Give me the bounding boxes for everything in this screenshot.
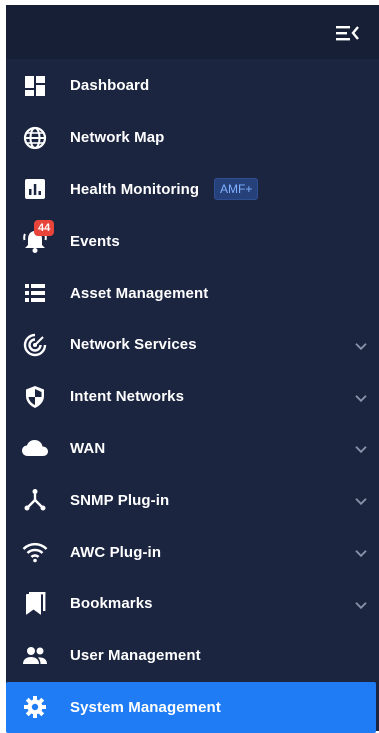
- chevron-down-icon[interactable]: [353, 493, 369, 509]
- nav-item-network-services[interactable]: Network Services: [6, 319, 379, 371]
- bar-chart-icon: [20, 174, 50, 204]
- nav-item-label: Events: [70, 232, 120, 250]
- nav-item-wan[interactable]: WAN: [6, 423, 379, 475]
- users-icon: [20, 641, 50, 671]
- bookmark-icon: [20, 589, 50, 619]
- topology-icon: [20, 485, 50, 515]
- nav-item-label: WAN: [70, 439, 106, 457]
- nav-item-events[interactable]: 44 Events: [6, 215, 379, 267]
- sidebar-header: [6, 5, 379, 59]
- cloud-icon: [20, 433, 50, 463]
- amf-plus-badge: AMF+: [214, 178, 259, 201]
- nav-item-awc-plugin[interactable]: AWC Plug-in: [6, 526, 379, 578]
- globe-icon: [20, 123, 50, 153]
- menu-collapse-icon[interactable]: [335, 23, 361, 43]
- nav-item-bookmarks[interactable]: Bookmarks: [6, 578, 379, 630]
- nav-item-health-monitoring[interactable]: Health Monitoring AMF+: [6, 164, 379, 216]
- nav-item-network-map[interactable]: Network Map: [6, 112, 379, 164]
- chevron-down-icon[interactable]: [353, 441, 369, 457]
- nav-menu: Dashboard Network Map Health Monitoring …: [6, 60, 379, 733]
- nav-item-label: Bookmarks: [70, 595, 153, 613]
- nav-item-label: System Management: [70, 698, 221, 716]
- chevron-down-icon[interactable]: [353, 597, 369, 613]
- nav-item-asset-management[interactable]: Asset Management: [6, 267, 379, 319]
- nav-item-label: Intent Networks: [70, 388, 185, 406]
- nav-item-label: SNMP Plug-in: [70, 491, 170, 509]
- dashboard-icon: [20, 71, 50, 101]
- target-icon: [20, 330, 50, 360]
- nav-item-label: AWC Plug-in: [70, 543, 162, 561]
- nav-item-label: Dashboard: [70, 77, 150, 95]
- nav-item-label: Health Monitoring: [70, 180, 200, 198]
- nav-item-intent-networks[interactable]: Intent Networks: [6, 371, 379, 423]
- chevron-down-icon[interactable]: [353, 389, 369, 405]
- gear-icon: [20, 692, 50, 722]
- shield-icon: [20, 382, 50, 412]
- events-count-badge: 44: [34, 220, 55, 237]
- nav-item-label: Network Services: [70, 336, 197, 354]
- nav-item-label: Asset Management: [70, 284, 209, 302]
- nav-item-label: Network Map: [70, 129, 165, 147]
- list-icon: [20, 278, 50, 308]
- nav-item-system-management[interactable]: System Management: [6, 681, 376, 733]
- nav-item-snmp-plugin[interactable]: SNMP Plug-in: [6, 474, 379, 526]
- wifi-icon: [20, 537, 50, 567]
- chevron-down-icon[interactable]: [353, 338, 369, 354]
- nav-item-user-management[interactable]: User Management: [6, 630, 379, 682]
- chevron-down-icon[interactable]: [353, 545, 369, 561]
- nav-item-label: User Management: [70, 647, 201, 665]
- sidebar: Dashboard Network Map Health Monitoring …: [6, 5, 379, 733]
- nav-item-dashboard[interactable]: Dashboard: [6, 60, 379, 112]
